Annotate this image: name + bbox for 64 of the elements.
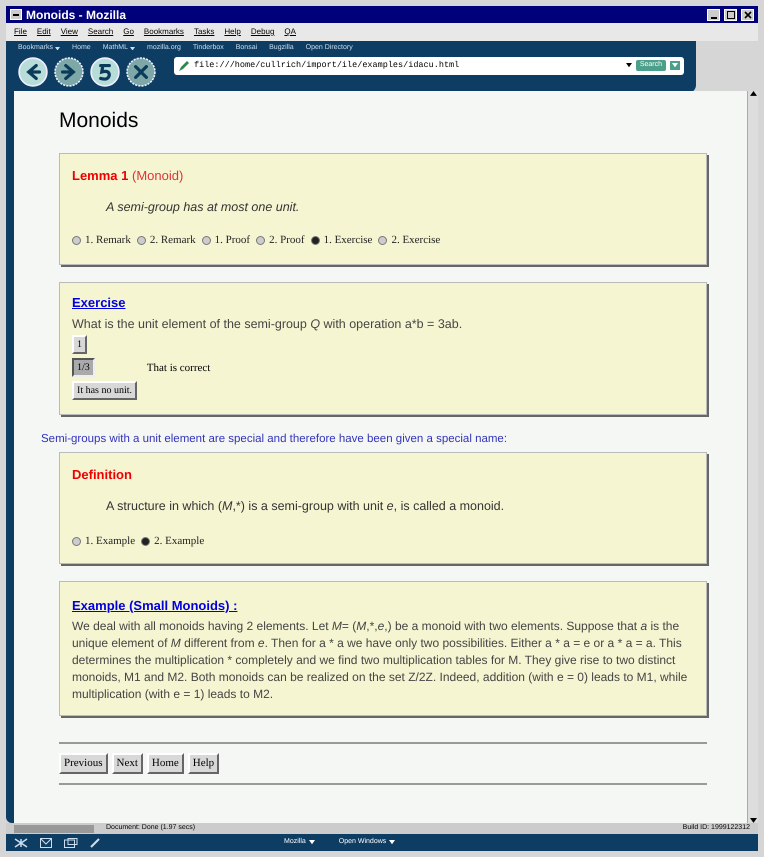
scrollbar[interactable] (747, 91, 758, 823)
radio-option[interactable]: 1. Remark (72, 232, 131, 248)
maximize-icon[interactable] (724, 8, 737, 20)
radio-option[interactable]: 2. Proof (256, 232, 305, 248)
exercise-link[interactable]: Exercise (72, 294, 126, 310)
lemma-statement: A semi-group has at most one unit. (106, 199, 300, 216)
radio-button[interactable] (256, 236, 266, 244)
nav-button[interactable]: Previous (59, 752, 108, 774)
window-menu-icon[interactable] (10, 9, 22, 20)
caret-icon[interactable] (308, 840, 315, 845)
close-icon[interactable] (741, 8, 754, 20)
lemma-title: Lemma 1 (Monoid) (72, 166, 184, 185)
dropdown-icon[interactable] (55, 46, 60, 50)
radio-button[interactable] (136, 236, 146, 244)
radio-option[interactable]: 2. Example (141, 533, 204, 550)
nav-button[interactable]: Home (146, 752, 184, 774)
scroll-up-icon[interactable] (750, 91, 756, 96)
radio-button[interactable] (310, 236, 320, 244)
menu-item[interactable]: File (14, 26, 27, 38)
radio-option[interactable]: 1. Proof (202, 232, 250, 248)
menu-item[interactable]: Debug (250, 26, 274, 38)
menu-item[interactable]: QA (284, 26, 296, 38)
nav-button[interactable]: Help (188, 752, 220, 774)
radio-option[interactable]: 2. Exercise (378, 232, 440, 248)
menu-item[interactable]: Edit (36, 26, 51, 38)
window-icon[interactable] (64, 838, 78, 848)
reload-button[interactable] (90, 56, 120, 86)
pen-icon[interactable] (90, 838, 100, 848)
answer-button[interactable]: 1/3 (72, 358, 95, 378)
radio-option[interactable]: 2. Remark (136, 232, 196, 248)
mail-icon[interactable] (40, 838, 52, 848)
definition-statement: A structure in which (M,*) is a semi-group with unit e, is called a monoid. (106, 498, 506, 516)
caret-icon[interactable] (389, 840, 396, 845)
radio-button[interactable] (72, 236, 81, 244)
definition-title: Definition (72, 466, 133, 484)
transition-text: Semi-groups with a unit element are special and therefore have been given a special name: (41, 432, 508, 446)
menu-item[interactable]: View (60, 26, 78, 38)
page-heading: Monoids (59, 108, 140, 134)
radio-option[interactable]: 1. Example (72, 533, 136, 550)
menu-item[interactable]: Tasks (194, 26, 214, 38)
component-icon[interactable] (14, 838, 28, 848)
radio-option[interactable]: 1. Exercise (310, 232, 372, 248)
back-button[interactable] (18, 56, 48, 86)
minimize-icon[interactable] (707, 8, 720, 20)
menu-item[interactable]: Go (123, 26, 134, 38)
example-text: We deal with all monoids having 2 elements. Let M= (M,*,e,) be a monoid with two elements. Suppose that a is the unique element of M different from e. Then for a * a we have only two possibilities. Either a * a = e or a * a = a. This determines the multiplication * completely and we find two multiplication tables for M. They give rise to two distinct monoids, M1 and M2. Both monoids can be realized on the set Z/2Z. Indeed, addition (with e = 0) leads to M1, while multiplication (with e = 1) leads to M2. (72, 618, 688, 703)
radio-button[interactable] (202, 236, 211, 244)
radio-button[interactable] (141, 536, 150, 546)
menu-item[interactable]: Help (224, 26, 241, 38)
answer-button[interactable]: It has no unit. (72, 381, 137, 400)
dropdown-icon[interactable] (130, 46, 135, 50)
pencil-icon (178, 60, 190, 72)
window-title: Monoids - Mozilla (26, 6, 126, 24)
menu-item[interactable]: Search (88, 26, 114, 38)
answer-button[interactable]: 1 (72, 335, 87, 354)
dropdown-icon[interactable] (626, 63, 632, 68)
radio-button[interactable] (72, 536, 81, 546)
example-link[interactable]: Example (Small Monoids) : (72, 598, 238, 613)
exercise-question: What is the unit element of the semi-group Q with operation a*b = 3ab. (72, 316, 464, 333)
menu-item[interactable]: Bookmarks (144, 26, 184, 38)
radio-button[interactable] (378, 236, 388, 244)
nav-button[interactable]: Next (112, 752, 143, 774)
dropdown-button[interactable] (670, 61, 680, 70)
feedback-text: That is correct (146, 360, 210, 376)
